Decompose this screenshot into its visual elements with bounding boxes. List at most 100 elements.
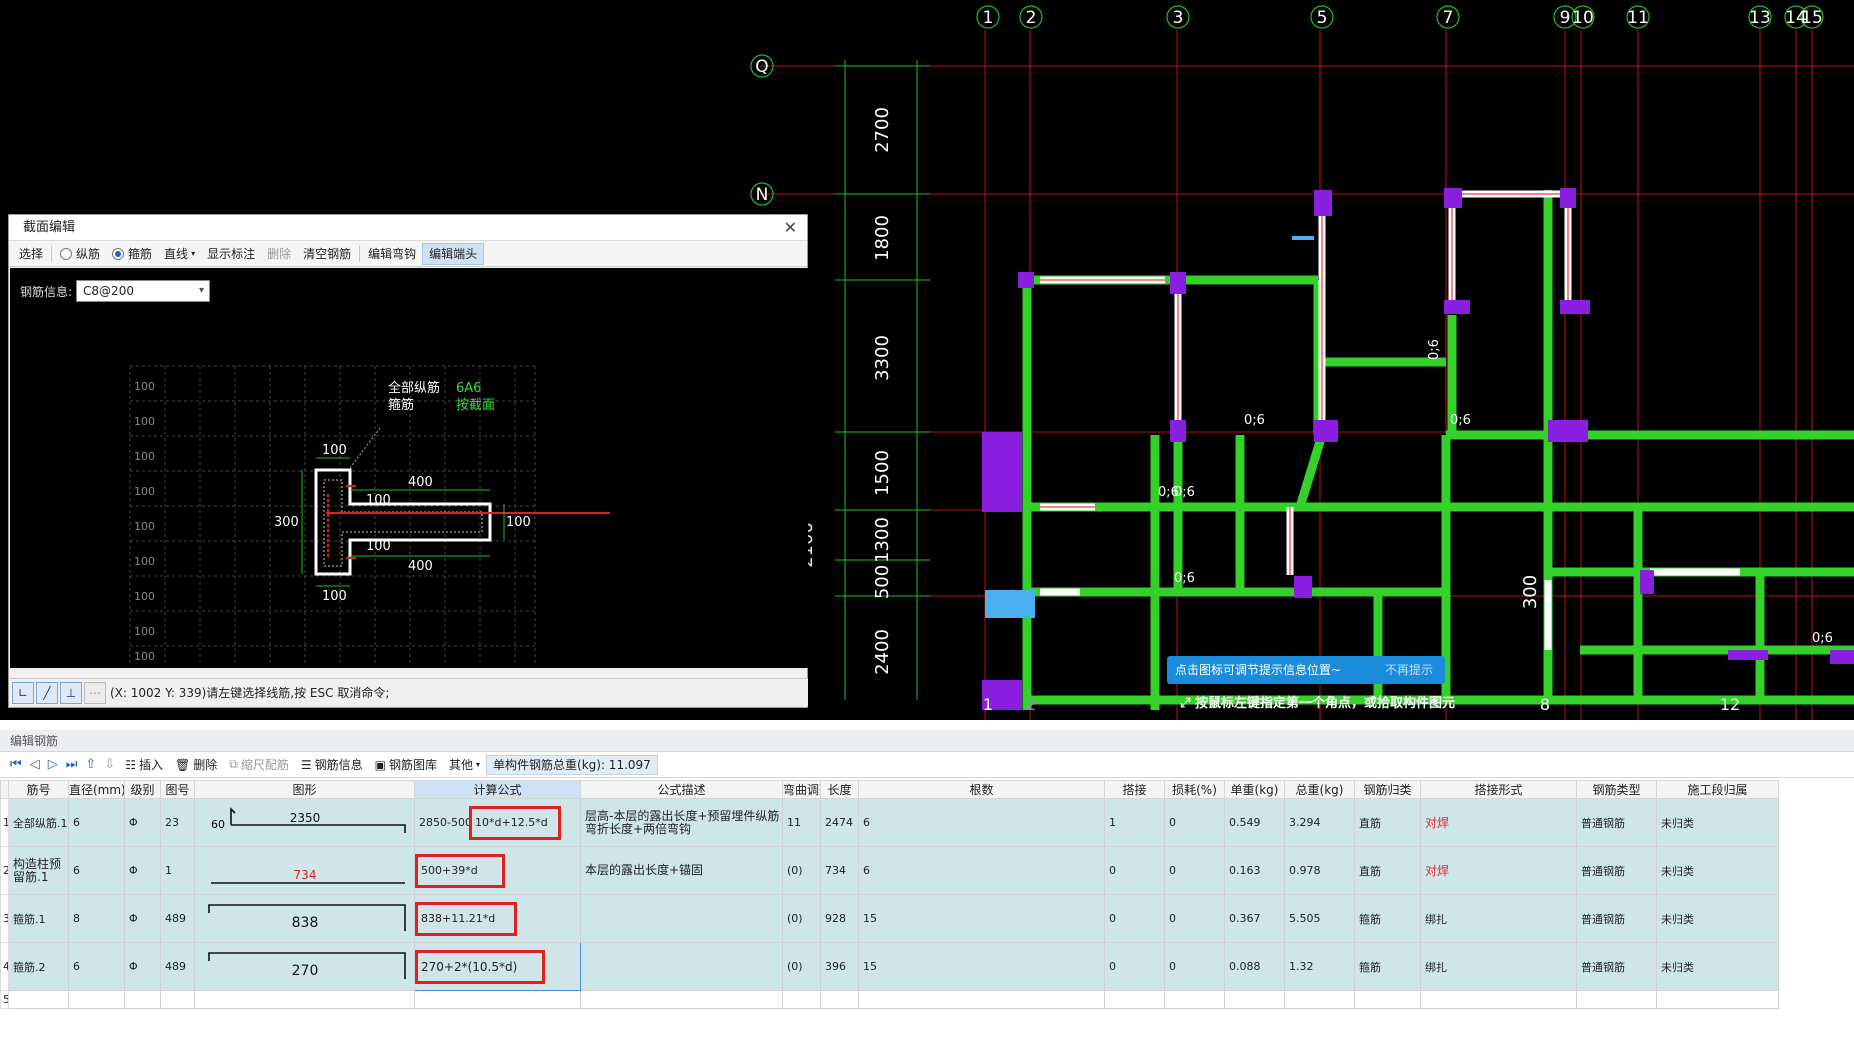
edit-end-button[interactable]: 编辑端头	[422, 242, 485, 265]
cell-diameter[interactable]: 8	[68, 894, 125, 943]
cell-length[interactable]: 734	[820, 846, 859, 895]
cell-total-weight[interactable]: 1.32	[1284, 942, 1355, 991]
col-header[interactable]: 长度	[820, 780, 859, 799]
cell-lap[interactable]: 0	[1104, 846, 1165, 895]
next-icon[interactable]: ▷	[44, 757, 62, 772]
cell-loss[interactable]: 0	[1164, 846, 1225, 895]
line-dropdown[interactable]: 直线 ▾	[158, 243, 201, 265]
cell-rebar-type[interactable]: 普通钢筋	[1576, 846, 1657, 895]
col-header[interactable]: 计算公式	[414, 780, 581, 799]
move-down-icon[interactable]: ⇩	[100, 757, 119, 772]
clear-rebar-button[interactable]: 清空钢筋	[297, 243, 357, 265]
cell-diameter[interactable]: 6	[68, 942, 125, 991]
cell-lap-form[interactable]: 对焊	[1420, 798, 1577, 847]
table-cell[interactable]	[1104, 990, 1165, 1009]
cell-formula[interactable]: 270+2*(10.5*d)	[414, 942, 581, 991]
row-index[interactable]: 5	[0, 990, 9, 1009]
show-label-button[interactable]: 显示标注	[201, 243, 261, 265]
cell-count[interactable]: 6	[858, 846, 1105, 895]
table-cell[interactable]	[1420, 990, 1577, 1009]
other-dropdown[interactable]: 其他 ▾	[443, 754, 486, 776]
table-cell[interactable]	[194, 990, 415, 1009]
cell-bend-adjust[interactable]: 11	[782, 798, 821, 847]
table-cell[interactable]	[1164, 990, 1225, 1009]
radio-selected-icon[interactable]	[112, 247, 125, 260]
dismiss-hint-link[interactable]: 不再提示	[1385, 656, 1433, 684]
cell-count[interactable]: 15	[858, 894, 1105, 943]
cell-shape[interactable]: 838	[194, 894, 415, 943]
last-icon[interactable]: ⏭	[62, 757, 82, 772]
cell-total-weight[interactable]: 5.505	[1284, 894, 1355, 943]
cell-description[interactable]: 本层的露出长度+锚固	[580, 846, 783, 895]
table-cell[interactable]	[414, 990, 581, 1009]
col-header[interactable]: 钢筋归类	[1354, 780, 1421, 799]
ortho-icon[interactable]: ∟	[12, 681, 34, 704]
cell-figure-no[interactable]: 1	[160, 846, 195, 895]
scale-rebar-button[interactable]: ⧉ 缩尺配筋	[223, 754, 295, 776]
radio-icon[interactable]	[60, 247, 73, 260]
table-cell[interactable]	[124, 990, 161, 1009]
col-header[interactable]: 单重(kg)	[1224, 780, 1285, 799]
cell-figure-no[interactable]: 489	[160, 894, 195, 943]
table-cell[interactable]	[1354, 990, 1421, 1009]
formula-highlight[interactable]: 500+39*d	[415, 853, 505, 888]
cell-shape[interactable]: 734	[194, 846, 415, 895]
cell-stage[interactable]: 未归类	[1656, 894, 1779, 943]
section-canvas[interactable]: 钢筋信息: C8@200 100 100 100	[10, 268, 808, 668]
cell-grade[interactable]: Φ	[124, 942, 161, 991]
cell-diameter[interactable]: 6	[68, 798, 125, 847]
cell-grade[interactable]: Φ	[124, 846, 161, 895]
cell-unit-weight[interactable]: 0.088	[1224, 942, 1285, 991]
cell-lap[interactable]: 1	[1104, 798, 1165, 847]
cell-category[interactable]: 箍筋	[1354, 942, 1421, 991]
cell-diameter[interactable]: 6	[68, 846, 125, 895]
cell-rebar-type[interactable]: 普通钢筋	[1576, 942, 1657, 991]
col-header[interactable]: 搭接	[1104, 780, 1165, 799]
cell-rebar-type[interactable]: 普通钢筋	[1576, 894, 1657, 943]
col-header[interactable]: 直径(mm)	[68, 780, 125, 799]
col-header[interactable]: 搭接形式	[1420, 780, 1577, 799]
table-cell[interactable]	[1224, 990, 1285, 1009]
section-edit-dialog[interactable]: 截面编辑 ✕ 选择 纵筋 箍筋 直线 ▾ 显示标注 删除 清空钢筋 编辑弯钩 编辑…	[8, 214, 808, 708]
delete-row-button[interactable]: 🗑 删除	[169, 754, 223, 776]
col-header[interactable]: 施工段归属	[1656, 780, 1779, 799]
cell-total-weight[interactable]: 3.294	[1284, 798, 1355, 847]
delete-button[interactable]: 删除	[261, 243, 297, 265]
cell-unit-weight[interactable]: 0.367	[1224, 894, 1285, 943]
cell-length[interactable]: 2474	[820, 798, 859, 847]
cell-bar-name[interactable]: 箍筋.2	[8, 942, 69, 991]
col-header[interactable]: 图号	[160, 780, 195, 799]
cell-shape[interactable]: 60 2350	[194, 798, 415, 847]
cell-count[interactable]: 15	[858, 942, 1105, 991]
cell-unit-weight[interactable]: 0.549	[1224, 798, 1285, 847]
table-row[interactable]: 1全部纵筋.16Φ236023502850-50010*d+12.5*d层高-本…	[0, 798, 1779, 847]
rebar-info-button[interactable]: ☰ 钢筋信息	[295, 754, 369, 776]
table-cell[interactable]	[1576, 990, 1657, 1009]
table-row[interactable]: 2构造柱预留筋.16Φ1734500+39*d本层的露出长度+锚固(0)7346…	[0, 846, 1779, 895]
table-cell[interactable]	[8, 990, 69, 1009]
cell-bar-name[interactable]: 箍筋.1	[8, 894, 69, 943]
cell-length[interactable]: 396	[820, 942, 859, 991]
cell-grade[interactable]: Φ	[124, 798, 161, 847]
table-cell[interactable]	[1656, 990, 1779, 1009]
table-cell[interactable]	[782, 990, 821, 1009]
cell-category[interactable]: 直筋	[1354, 846, 1421, 895]
cell-stage[interactable]: 未归类	[1656, 798, 1779, 847]
cell-formula[interactable]: 838+11.21*d	[414, 894, 581, 943]
dialog-titlebar[interactable]: 截面编辑 ✕	[9, 215, 807, 241]
cell-rebar-type[interactable]: 普通钢筋	[1576, 798, 1657, 847]
table-cell[interactable]	[1284, 990, 1355, 1009]
cell-description[interactable]	[580, 942, 783, 991]
cell-loss[interactable]: 0	[1164, 942, 1225, 991]
perpendicular-icon[interactable]: ⊥	[60, 681, 82, 704]
cell-loss[interactable]: 0	[1164, 798, 1225, 847]
move-up-icon[interactable]: ⇧	[81, 757, 100, 772]
table-cell[interactable]	[580, 990, 783, 1009]
prev-icon[interactable]: ◁	[26, 757, 44, 772]
cell-description[interactable]	[580, 894, 783, 943]
formula-highlight[interactable]: 270+2*(10.5*d)	[415, 949, 545, 984]
col-header[interactable]: 弯曲调整	[782, 780, 821, 799]
line-icon[interactable]: ╱	[36, 681, 58, 704]
cell-bend-adjust[interactable]: (0)	[782, 894, 821, 943]
formula-highlight[interactable]: 838+11.21*d	[415, 901, 517, 936]
